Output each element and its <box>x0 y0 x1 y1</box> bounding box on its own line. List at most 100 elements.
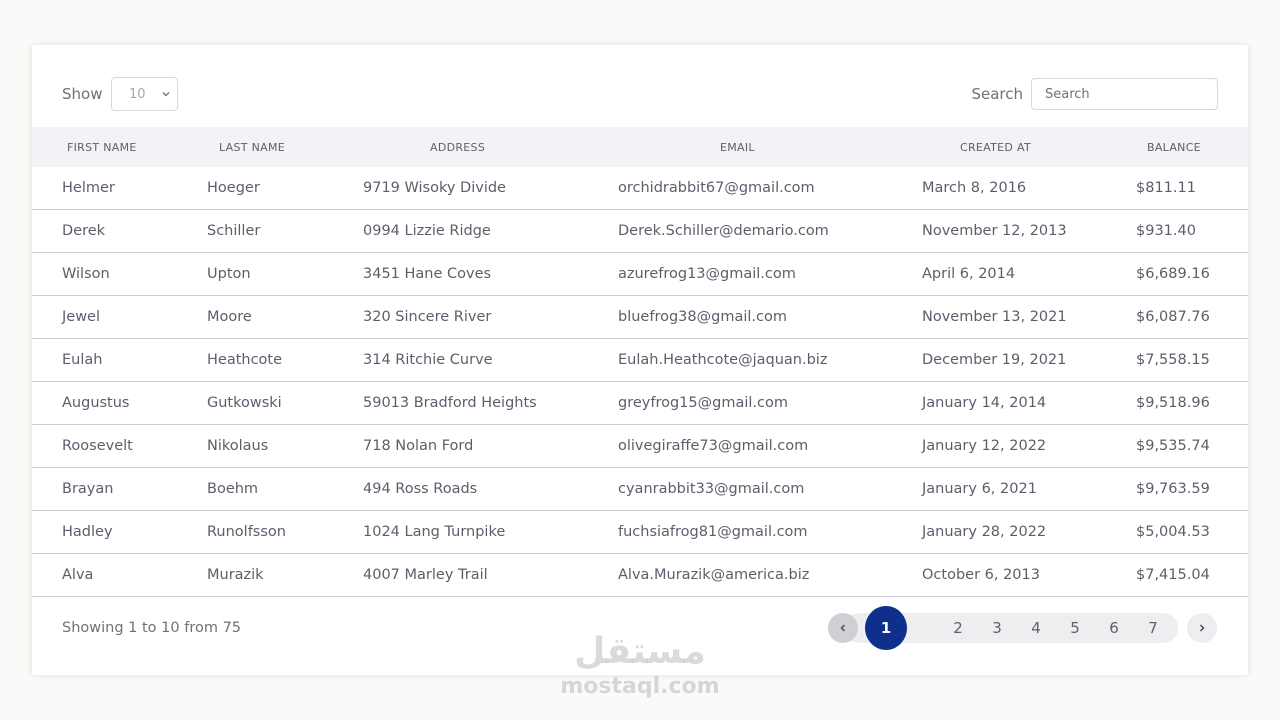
created-at-cell: January 28, 2022 <box>922 524 1047 540</box>
table-body: Helmer Hoeger 9719 Wisoky Divide orchidrabb… <box>32 167 1248 597</box>
email-cell: greyfrog15@gmail.com <box>618 395 788 411</box>
address-cell: 718 Nolan Ford <box>363 438 474 454</box>
table-row[interactable]: Alva Murazik 4007 Marley Trail Alva.Murazik… <box>32 554 1248 597</box>
last-name-cell: Schiller <box>207 223 261 239</box>
first-name-cell: Hadley <box>62 524 113 540</box>
balance-cell: $5,004.53 <box>1136 524 1210 540</box>
address-cell: 314 Ritchie Curve <box>363 352 493 368</box>
watermark-logo: مستقل mostaql.com <box>560 630 720 700</box>
balance-cell: $6,689.16 <box>1136 266 1210 282</box>
first-name-cell: Brayan <box>62 481 114 497</box>
next-page-button[interactable] <box>1187 613 1217 643</box>
balance-cell: $7,558.15 <box>1136 352 1210 368</box>
last-name-cell: Heathcote <box>207 352 283 368</box>
last-name-cell: Gutkowski <box>207 395 282 411</box>
created-at-cell: January 6, 2021 <box>922 481 1037 497</box>
column-header-first-name[interactable]: FIRST NAME <box>67 141 137 154</box>
address-cell: 1024 Lang Turnpike <box>363 524 506 540</box>
address-cell: 494 Ross Roads <box>363 481 478 497</box>
page-button[interactable]: 6 <box>1102 619 1126 637</box>
first-name-cell: Derek <box>62 223 106 239</box>
show-label: Show <box>62 85 103 103</box>
address-cell: 4007 Marley Trail <box>363 567 488 583</box>
email-cell: fuchsiafrog81@gmail.com <box>618 524 808 540</box>
chevron-right-icon <box>1199 624 1205 632</box>
table-row[interactable]: Eulah Heathcote 314 Ritchie Curve Eulah.Hea… <box>32 339 1248 382</box>
first-name-cell: Helmer <box>62 180 115 196</box>
balance-cell: $931.40 <box>1136 223 1196 239</box>
column-header-address[interactable]: ADDRESS <box>430 141 485 154</box>
email-cell: azurefrog13@gmail.com <box>618 266 796 282</box>
page-size-select[interactable]: 10 <box>111 77 178 111</box>
last-name-cell: Nikolaus <box>207 438 269 454</box>
address-cell: 320 Sincere River <box>363 309 492 325</box>
created-at-cell: November 12, 2013 <box>922 223 1067 239</box>
last-name-cell: Murazik <box>207 567 264 583</box>
table-row[interactable]: Helmer Hoeger 9719 Wisoky Divide orchidrabb… <box>32 167 1248 210</box>
page-button[interactable]: 3 <box>985 619 1009 637</box>
first-name-cell: Alva <box>62 567 94 583</box>
data-table-card: Show 10 Search FIRST NAME LAST NAME ADDR… <box>32 45 1248 675</box>
search-input[interactable] <box>1031 78 1218 110</box>
first-name-cell: Eulah <box>62 352 103 368</box>
page-button[interactable]: 5 <box>1063 619 1087 637</box>
created-at-cell: January 12, 2022 <box>922 438 1047 454</box>
showing-count: Showing 1 to 10 from 75 <box>62 620 242 636</box>
table-row[interactable]: Jewel Moore 320 Sincere River bluefrog38@gm… <box>32 296 1248 339</box>
address-cell: 9719 Wisoky Divide <box>363 180 506 196</box>
table-row[interactable]: Hadley Runolfsson 1024 Lang Turnpike fuchsi… <box>32 511 1248 554</box>
table-toolbar: Show 10 Search <box>32 45 1248 127</box>
page-button[interactable]: 4 <box>1024 619 1048 637</box>
created-at-cell: November 13, 2021 <box>922 309 1067 325</box>
page-size-value: 10 <box>129 87 146 102</box>
email-cell: orchidrabbit67@gmail.com <box>618 180 815 196</box>
page-button-active[interactable]: 1 <box>865 606 907 650</box>
email-cell: Eulah.Heathcote@jaquan.biz <box>618 352 828 368</box>
first-name-cell: Wilson <box>62 266 110 282</box>
last-name-cell: Moore <box>207 309 252 325</box>
first-name-cell: Jewel <box>62 309 101 325</box>
table-row[interactable]: Wilson Upton 3451 Hane Coves azurefrog13@gm… <box>32 253 1248 296</box>
page-button[interactable]: 2 <box>946 619 970 637</box>
chevron-down-icon <box>162 92 170 97</box>
balance-cell: $9,763.59 <box>1136 481 1210 497</box>
created-at-cell: December 19, 2021 <box>922 352 1067 368</box>
last-name-cell: Upton <box>207 266 251 282</box>
table-row[interactable]: Brayan Boehm 494 Ross Roads cyanrabbit33@gm… <box>32 468 1248 511</box>
page-button[interactable]: 7 <box>1141 619 1165 637</box>
table-row[interactable]: Derek Schiller 0994 Lizzie Ridge Derek.Schi… <box>32 210 1248 253</box>
table-header: FIRST NAME LAST NAME ADDRESS EMAIL CREAT… <box>32 127 1248 167</box>
balance-cell: $7,415.04 <box>1136 567 1210 583</box>
email-cell: Alva.Murazik@america.biz <box>618 567 810 583</box>
last-name-cell: Hoeger <box>207 180 260 196</box>
search-label: Search <box>971 85 1023 103</box>
address-cell: 3451 Hane Coves <box>363 266 492 282</box>
balance-cell: $6,087.76 <box>1136 309 1210 325</box>
balance-cell: $811.11 <box>1136 180 1196 196</box>
balance-cell: $9,518.96 <box>1136 395 1210 411</box>
balance-cell: $9,535.74 <box>1136 438 1210 454</box>
address-cell: 59013 Bradford Heights <box>363 395 537 411</box>
watermark-arabic: مستقل <box>574 631 706 672</box>
last-name-cell: Runolfsson <box>207 524 286 540</box>
watermark-latin: mostaql.com <box>560 674 720 699</box>
prev-page-button[interactable] <box>828 613 858 643</box>
last-name-cell: Boehm <box>207 481 259 497</box>
email-cell: bluefrog38@gmail.com <box>618 309 787 325</box>
created-at-cell: April 6, 2014 <box>922 266 1016 282</box>
chevron-left-icon <box>840 624 846 632</box>
table-row[interactable]: Augustus Gutkowski 59013 Bradford Heights g… <box>32 382 1248 425</box>
address-cell: 0994 Lizzie Ridge <box>363 223 491 239</box>
email-cell: olivegiraffe73@gmail.com <box>618 438 809 454</box>
column-header-last-name[interactable]: LAST NAME <box>219 141 285 154</box>
created-at-cell: January 14, 2014 <box>922 395 1047 411</box>
table-row[interactable]: Roosevelt Nikolaus 718 Nolan Ford olivegira… <box>32 425 1248 468</box>
pagination: 1 2 3 4 5 6 7 8 <box>828 606 1220 650</box>
column-header-created-at[interactable]: CREATED AT <box>960 141 1031 154</box>
column-header-balance[interactable]: BALANCE <box>1147 141 1201 154</box>
email-cell: cyanrabbit33@gmail.com <box>618 481 805 497</box>
created-at-cell: March 8, 2016 <box>922 180 1027 196</box>
column-header-email[interactable]: EMAIL <box>720 141 755 154</box>
created-at-cell: October 6, 2013 <box>922 567 1040 583</box>
email-cell: Derek.Schiller@demario.com <box>618 223 829 239</box>
